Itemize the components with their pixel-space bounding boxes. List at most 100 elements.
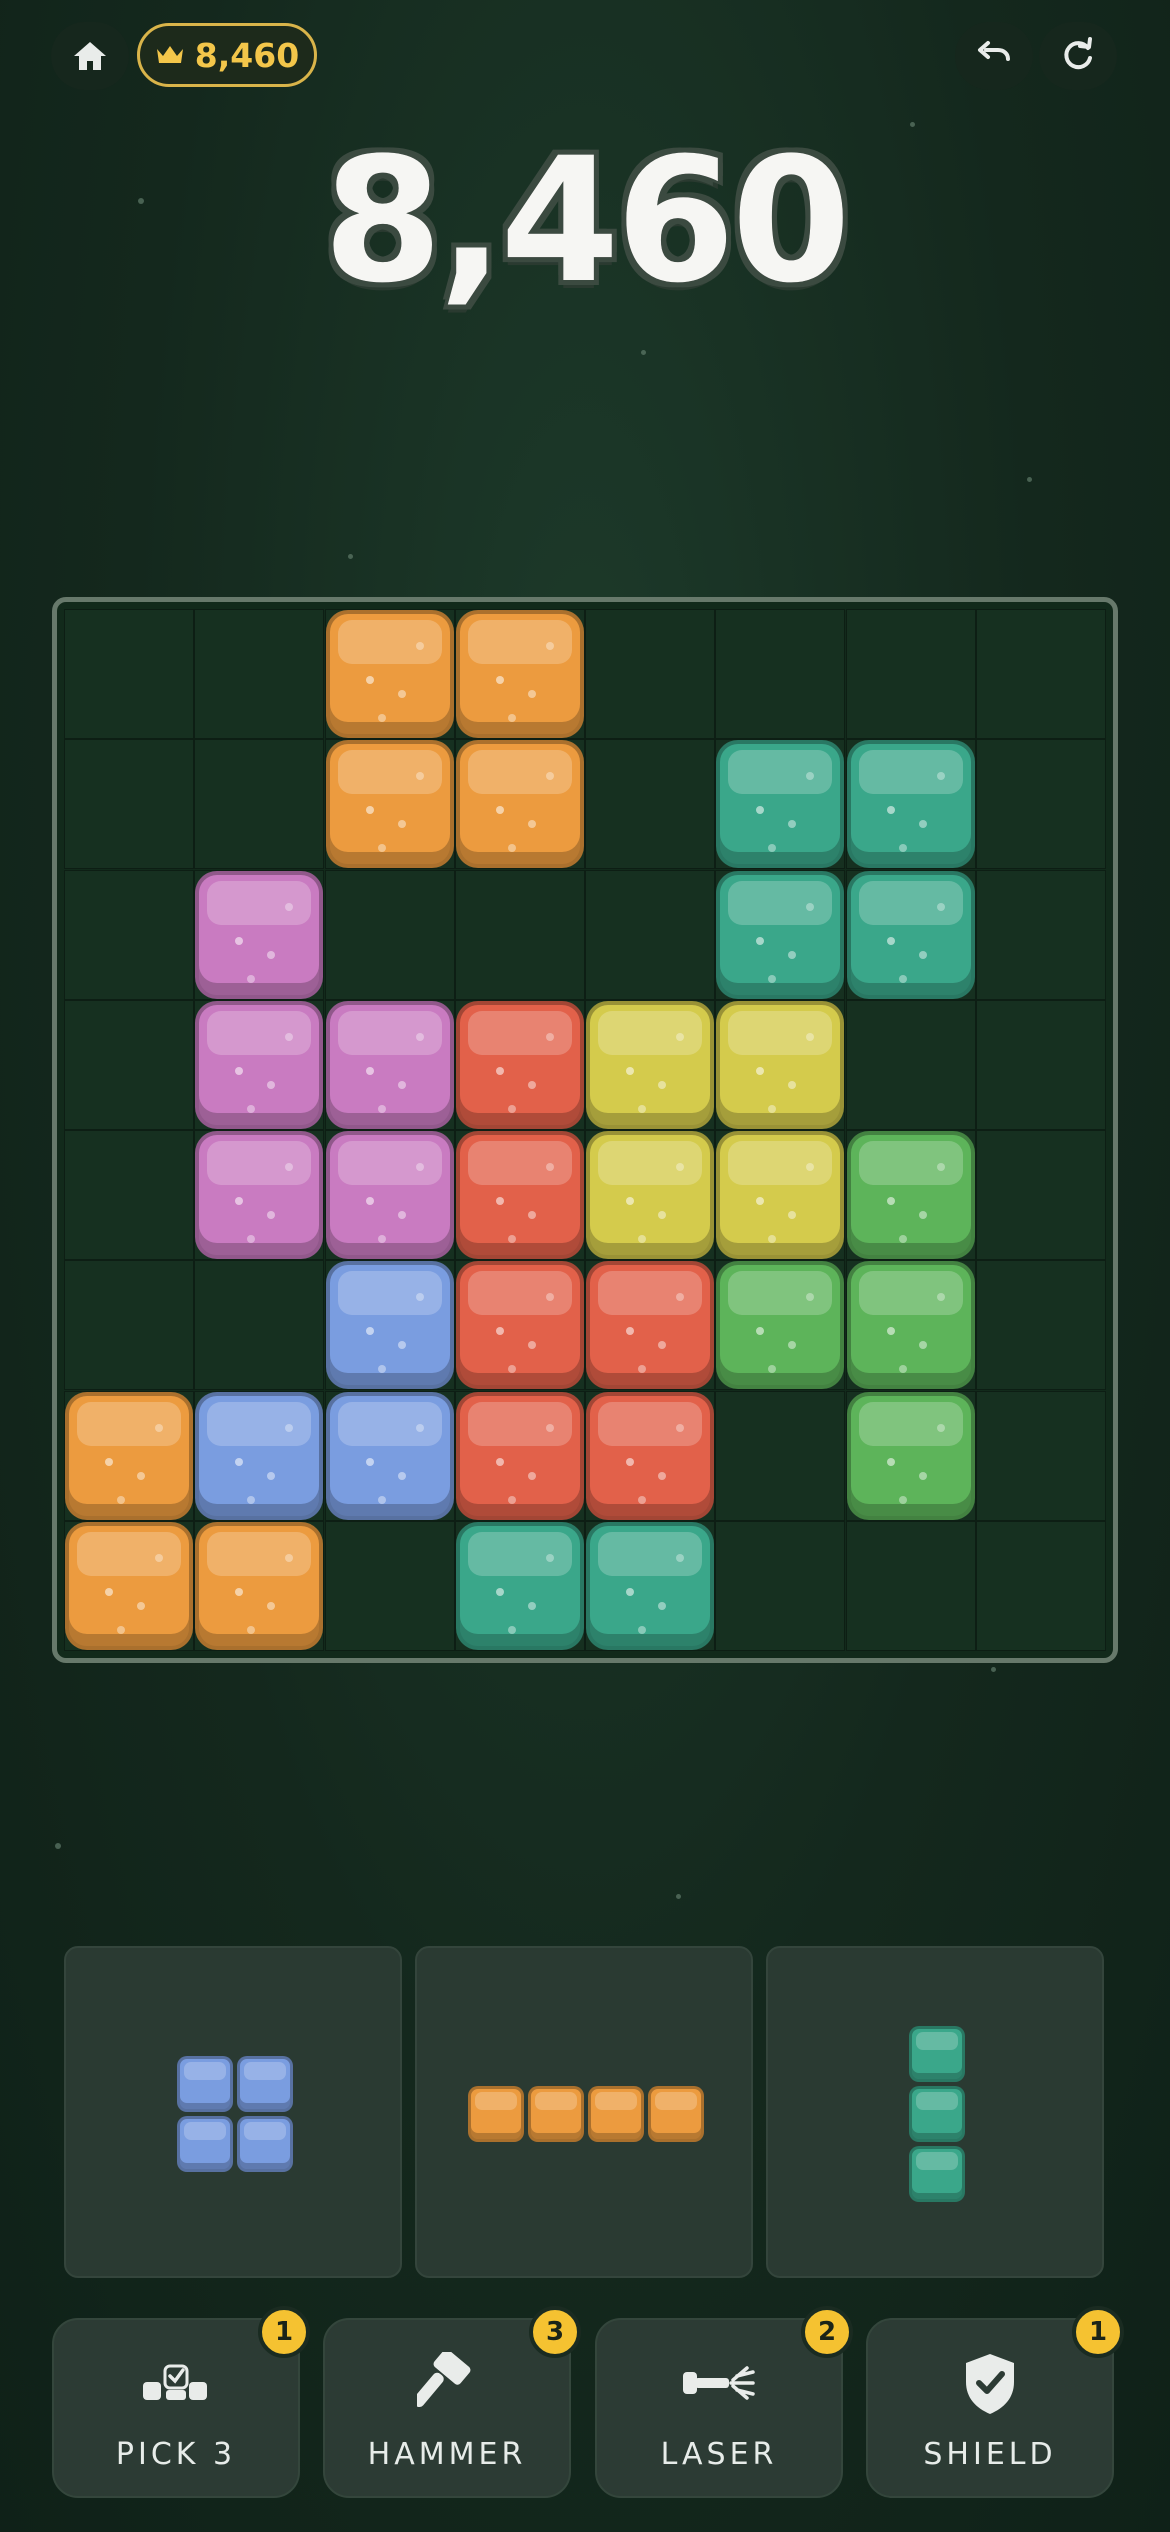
board-grid[interactable] <box>64 609 1106 1651</box>
board-cell[interactable] <box>64 1260 194 1391</box>
undo-icon <box>978 41 1010 61</box>
home-icon <box>74 42 106 70</box>
teal-block <box>716 740 845 869</box>
blue-piece-block <box>177 2116 233 2172</box>
red-block <box>455 1391 584 1520</box>
board-cell[interactable] <box>845 999 976 1130</box>
board-cell[interactable] <box>194 739 325 870</box>
board-cell[interactable] <box>64 739 194 870</box>
board-cell[interactable] <box>715 1390 846 1521</box>
teal-block <box>716 870 845 999</box>
board-cell[interactable] <box>324 1520 455 1651</box>
orange-block <box>325 610 454 738</box>
shield-button[interactable]: SHIELD 1 <box>866 2306 1124 2498</box>
teal-piece-block <box>909 2086 965 2142</box>
board-cell[interactable] <box>194 609 325 739</box>
orange-block <box>455 610 584 738</box>
piece-slot-2[interactable] <box>415 1946 753 2278</box>
green-block <box>846 1131 975 1259</box>
board-cell[interactable] <box>64 1130 194 1260</box>
orange-piece-block <box>648 2086 704 2142</box>
orange-block <box>65 1521 193 1650</box>
background-star <box>991 1667 996 1672</box>
restart-icon <box>1064 37 1092 70</box>
background-star <box>676 1894 681 1899</box>
board-cell[interactable] <box>64 609 194 739</box>
board-cell[interactable] <box>975 1520 1106 1651</box>
red-block <box>455 1261 584 1390</box>
yellow-block <box>586 1131 714 1259</box>
hammer-icon <box>417 2352 471 2408</box>
laser-label: LASER <box>660 2437 778 2472</box>
board-cell[interactable] <box>585 739 715 870</box>
pick-three-button[interactable]: PICK 3 1 <box>52 2306 310 2498</box>
yellow-block <box>716 1000 845 1129</box>
board-cell[interactable] <box>64 869 194 1000</box>
blue-piece-block <box>177 2056 233 2112</box>
board-cell[interactable] <box>845 609 976 739</box>
board-cell[interactable] <box>975 1130 1106 1260</box>
board-cell[interactable] <box>324 869 455 1000</box>
purple-block <box>195 1131 324 1259</box>
board-cell[interactable] <box>975 739 1106 870</box>
blue-block <box>195 1391 324 1520</box>
board-cell[interactable] <box>715 609 846 739</box>
orange-piece-block <box>528 2086 584 2142</box>
piece-slot-1[interactable] <box>64 1946 402 2278</box>
board-cell[interactable] <box>975 609 1106 739</box>
green-block <box>846 1261 975 1390</box>
board-cell[interactable] <box>975 1390 1106 1521</box>
undo-button[interactable] <box>955 22 1033 90</box>
pick-three-label: PICK 3 <box>115 2437 237 2472</box>
shield-icon <box>966 2354 1014 2414</box>
orange-block <box>325 740 454 869</box>
board-cell[interactable] <box>454 869 585 1000</box>
board-cell[interactable] <box>975 1260 1106 1391</box>
pick-three-count-badge: 1 <box>258 2306 310 2358</box>
red-block <box>586 1261 714 1390</box>
orange-block <box>455 740 584 869</box>
best-score-badge: 8,460 <box>137 23 317 87</box>
shield-count-badge: 1 <box>1072 2306 1124 2358</box>
red-block <box>455 1131 584 1259</box>
board-cell[interactable] <box>64 999 194 1130</box>
board-cell[interactable] <box>845 1520 976 1651</box>
hammer-button[interactable]: HAMMER 3 <box>323 2306 581 2498</box>
background-star <box>641 350 646 355</box>
laser-button[interactable]: LASER 2 <box>595 2306 853 2498</box>
laser-icon <box>683 2366 755 2400</box>
teal-piece-block <box>909 2146 965 2202</box>
piece-slot-3[interactable] <box>766 1946 1104 2278</box>
board-cell[interactable] <box>975 999 1106 1130</box>
blue-piece-block <box>237 2116 293 2172</box>
red-block <box>455 1000 584 1129</box>
laser-count-badge: 2 <box>801 2306 853 2358</box>
board-cell[interactable] <box>975 869 1106 1000</box>
green-block <box>846 1391 975 1520</box>
hammer-label: HAMMER <box>367 2437 527 2472</box>
board-cell[interactable] <box>715 1520 846 1651</box>
background-star <box>348 554 353 559</box>
restart-button[interactable] <box>1039 22 1117 90</box>
hammer-count-badge: 3 <box>529 2306 581 2358</box>
teal-block <box>846 870 975 999</box>
crown-icon <box>156 46 183 63</box>
current-score: 8,460 <box>322 120 851 321</box>
game-board[interactable] <box>52 597 1118 1663</box>
teal-piece-block <box>909 2026 965 2082</box>
teal-block <box>586 1521 714 1650</box>
best-score-value: 8,460 <box>194 35 300 75</box>
blue-block <box>325 1261 454 1390</box>
purple-block <box>195 870 324 999</box>
board-cell[interactable] <box>585 609 715 739</box>
background-star <box>55 1843 61 1849</box>
red-block <box>586 1391 714 1520</box>
orange-block <box>195 1521 324 1650</box>
teal-block <box>846 740 975 869</box>
pick-three-icon <box>143 2364 207 2400</box>
background-star <box>1027 477 1032 482</box>
board-cell[interactable] <box>194 1260 325 1391</box>
board-cell[interactable] <box>585 869 715 1000</box>
home-button[interactable] <box>51 22 129 90</box>
purple-block <box>195 1000 324 1129</box>
